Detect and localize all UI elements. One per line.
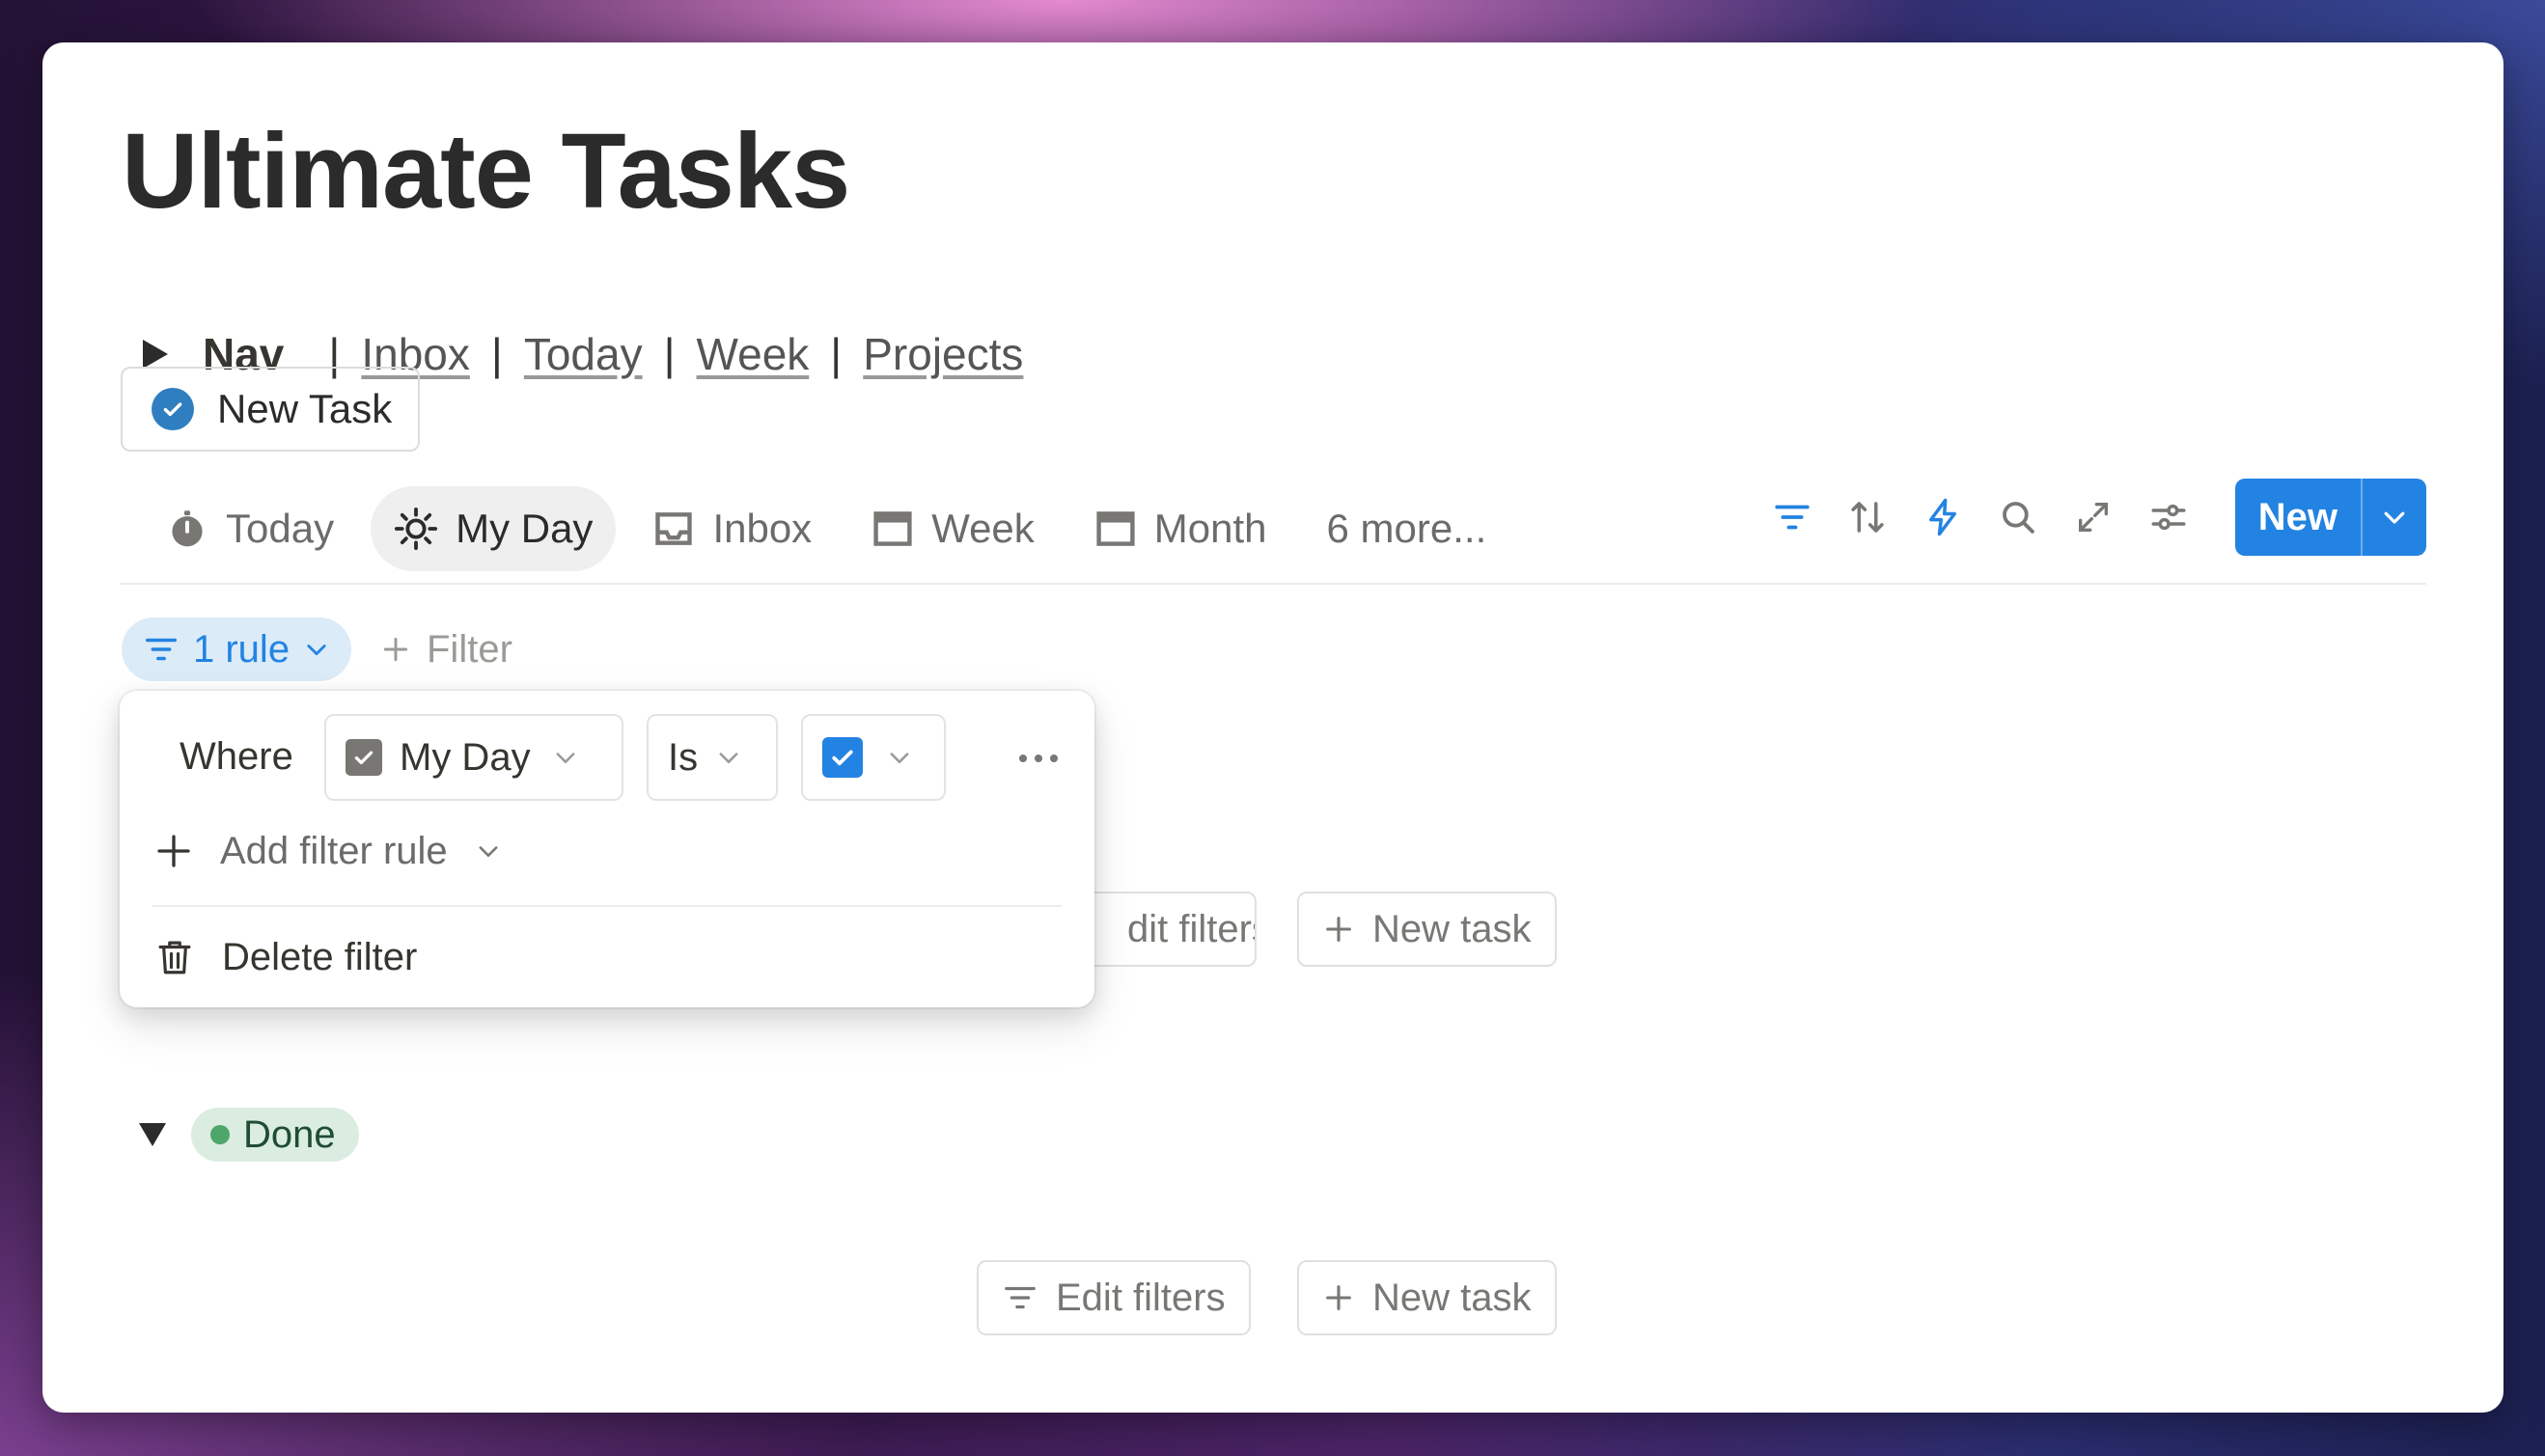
filter-icon[interactable] [1755, 480, 1830, 555]
filter-rule-chip[interactable]: 1 rule [122, 618, 352, 681]
tab-label: Week [931, 506, 1035, 551]
new-task-inline-button[interactable]: New task [1297, 892, 1557, 967]
tab-label: Inbox [712, 506, 813, 551]
add-filter-rule-label: Add filter rule [220, 829, 448, 872]
tab-inbox[interactable]: Inbox [629, 486, 835, 571]
tab-month[interactable]: Month [1071, 486, 1290, 571]
new-button-group: New [2234, 479, 2426, 556]
value-select[interactable] [801, 714, 946, 801]
toggle-arrow-icon[interactable] [143, 340, 168, 369]
chevron-down-icon [556, 753, 575, 763]
edit-filters-button[interactable]: Edit filters [977, 1260, 1251, 1335]
filter-icon [146, 638, 177, 661]
page-card: Ultimate Tasks Nav | Inbox | Today | Wee… [42, 42, 2504, 1413]
popup-divider [152, 905, 1062, 907]
tab-more[interactable]: 6 more... [1304, 486, 1510, 571]
nav-separator: | [490, 329, 503, 379]
plus-icon [157, 835, 190, 867]
chevron-down-icon [2384, 511, 2405, 524]
operator-select[interactable]: Is [647, 714, 778, 801]
more-views-label: 6 more... [1326, 506, 1487, 551]
tab-label: Month [1153, 506, 1267, 551]
lightning-icon[interactable] [1905, 480, 1980, 555]
edit-filters-label: Edit filters [1056, 1276, 1226, 1319]
inbox-icon [655, 512, 693, 545]
chevron-down-icon [719, 753, 738, 763]
chevron-down-icon [479, 846, 498, 857]
tab-today[interactable]: Today [143, 486, 357, 571]
page-title: Ultimate Tasks [122, 112, 850, 231]
filter-popup: Where My Day Is Add filter rule Delete f… [120, 691, 1094, 1007]
sort-icon[interactable] [1830, 480, 1905, 555]
calendar-icon [1096, 511, 1135, 546]
delete-filter-label: Delete filter [222, 935, 418, 978]
add-filter-button[interactable]: Filter [380, 618, 512, 681]
nav-link-week[interactable]: Week [697, 328, 810, 380]
new-task-inline-label: New task [1372, 907, 1532, 950]
status-dot [210, 1125, 230, 1144]
new-task-button[interactable]: New Task [121, 367, 420, 452]
where-label: Where [180, 735, 293, 778]
view-tabs: Today My Day Inbox Week Month 6 more... [143, 482, 1523, 575]
property-label: My Day [400, 735, 531, 779]
settings-sliders-icon[interactable] [2131, 480, 2206, 555]
delete-filter-button[interactable]: Delete filter [154, 920, 417, 994]
nav-link-today[interactable]: Today [524, 328, 643, 380]
property-select[interactable]: My Day [324, 714, 623, 801]
checked-checkbox-icon[interactable] [822, 737, 863, 778]
new-task-inline-label: New task [1372, 1276, 1532, 1319]
toggle-arrow-icon[interactable] [139, 1123, 166, 1146]
new-button[interactable]: New [2235, 479, 2361, 556]
new-task-inline-button[interactable]: New task [1297, 1260, 1557, 1335]
filter-rule-row: Where My Day Is [120, 714, 1094, 801]
toolbar-divider [120, 583, 2426, 585]
search-icon[interactable] [1980, 480, 2056, 555]
stopwatch-icon [172, 510, 203, 547]
plus-icon [383, 637, 408, 662]
checkbox-property-icon [346, 739, 382, 776]
chevron-down-icon [307, 645, 326, 656]
plus-icon [1326, 917, 1351, 942]
expand-icon[interactable] [2056, 480, 2131, 555]
edit-filters-label: dit filters [1127, 907, 1255, 950]
add-filter-rule-button[interactable]: Add filter rule [154, 814, 502, 888]
done-label: Done [243, 1113, 336, 1156]
tab-label: Today [226, 506, 335, 551]
nav-separator: | [663, 329, 676, 379]
new-task-label: New Task [217, 386, 393, 431]
tab-label: My Day [456, 506, 594, 551]
add-filter-label: Filter [427, 627, 512, 671]
done-group-header: Done [139, 1108, 359, 1162]
new-dropdown-button[interactable] [2361, 479, 2426, 556]
operator-label: Is [668, 735, 699, 779]
sun-icon [395, 507, 438, 551]
chevron-down-icon [890, 753, 909, 763]
nav-separator: | [830, 329, 843, 379]
tab-week[interactable]: Week [848, 486, 1058, 571]
status-badge[interactable]: Done [191, 1108, 359, 1162]
calendar-icon [873, 511, 912, 546]
check-circle-icon [152, 388, 194, 430]
rule-chip-label: 1 rule [193, 627, 290, 671]
more-options-icon[interactable] [1010, 741, 1067, 776]
trash-icon [158, 941, 191, 975]
plus-icon [1326, 1285, 1351, 1310]
nav-link-projects[interactable]: Projects [863, 328, 1023, 380]
toolbar: New [1755, 479, 2426, 556]
tab-my-day[interactable]: My Day [371, 486, 617, 571]
filter-icon [1005, 1286, 1036, 1309]
